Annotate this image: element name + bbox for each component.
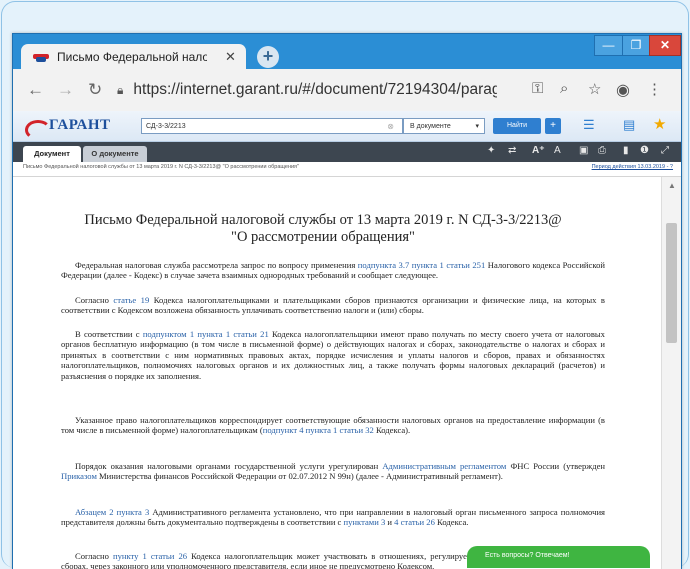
tab-document[interactable]: Документ <box>23 146 81 162</box>
tab-close-icon[interactable]: ✕ <box>225 49 236 65</box>
search-value: СД-3-3/2213 <box>146 123 186 130</box>
search-input[interactable]: СД-3-3/2213 ⊗ <box>141 118 403 134</box>
tab-strip: Письмо Федеральной налоговой службы от 1… <box>13 34 681 69</box>
link-article-19[interactable]: статье 19 <box>113 295 149 305</box>
close-window-button[interactable]: ✕ <box>649 35 681 56</box>
paragraph-3: В соответствии с подпунктом 1 пункта 1 с… <box>61 329 605 381</box>
browser-window: Письмо Федеральной налоговой службы от 1… <box>12 33 682 569</box>
text: Федеральная налоговая служба рассмотрела… <box>75 260 358 270</box>
browser-tab[interactable]: Письмо Федеральной налоговой службы от 1… <box>21 44 246 69</box>
document-body: Письмо Федеральной налоговой службы от 1… <box>13 177 661 569</box>
link-article-21[interactable]: подпунктом 1 пункта 1 статьи 21 <box>143 329 269 339</box>
text: Министерства финансов Российской Федерац… <box>96 471 503 482</box>
zoom-icon[interactable]: ⌕ <box>560 80 568 97</box>
chevron-down-icon: ▾ <box>475 123 479 130</box>
menu-dots-icon[interactable]: ⋮ <box>647 80 662 98</box>
text: ФНС России (утвержден <box>506 461 605 471</box>
document-tabs: Документ О документе ✦ ⇄ A⁺ A ▣ ⎙ ▮ ❶ ⤢ <box>13 142 681 162</box>
search-scope-select[interactable]: В документе ▾ <box>403 118 485 134</box>
text: Согласно <box>75 551 113 561</box>
text: Порядок оказания налоговыми органами гос… <box>75 461 383 471</box>
font-size-increase-icon[interactable]: A⁺ <box>532 145 545 156</box>
link-article-26-p1[interactable]: пункту 1 статьи 26 <box>113 551 187 561</box>
text: и <box>385 517 395 528</box>
key-icon[interactable]: ⚿ <box>532 80 543 97</box>
compare-icon[interactable]: ⇄ <box>508 145 516 156</box>
validity-period-link[interactable]: Период действия 13.03.2019 - ? <box>592 164 673 170</box>
title-line-1: Письмо Федеральной налоговой службы от 1… <box>84 212 562 228</box>
advanced-search-button[interactable]: + <box>545 118 561 134</box>
paragraph-6: Абзацем 2 пункта 3 Административного рег… <box>61 507 605 528</box>
info-icon[interactable]: ❶ <box>640 145 649 156</box>
back-arrow-icon[interactable]: ← <box>27 80 44 100</box>
folders-icon[interactable]: ▤ <box>623 117 635 133</box>
reload-icon[interactable]: ↻ <box>88 80 102 100</box>
link-paragraph-3[interactable]: Абзацем 2 пункта 3 <box>75 507 149 517</box>
breadcrumb: Письмо Федеральной налоговой службы от 1… <box>13 162 681 177</box>
maximize-button[interactable]: ❐ <box>622 35 650 56</box>
link-article-32[interactable]: подпункт 4 пункта 1 статьи 32 <box>263 425 374 435</box>
link-order[interactable]: Приказом <box>61 471 97 481</box>
lock-icon: 🔒︎ <box>117 82 124 97</box>
garant-toolbar: ГАРАНТ СД-3-3/2213 ⊗ В документе ▾ Найти… <box>13 111 681 142</box>
minimize-button[interactable]: — <box>594 35 623 56</box>
expand-icon[interactable]: ⤢ <box>661 145 669 156</box>
url-bar[interactable]: 🔒︎ https://internet.garant.ru/#/document… <box>117 76 497 104</box>
text: Кодекса. <box>434 517 469 528</box>
address-bar-row: ← → ↻ 🔒︎ https://internet.garant.ru/#/do… <box>13 69 681 111</box>
lightbulb-icon[interactable]: ✦ <box>487 145 495 156</box>
scroll-thumb[interactable] <box>666 223 677 343</box>
link-points-3[interactable]: пунктами 3 <box>344 517 386 527</box>
breadcrumb-document-name: Письмо Федеральной налоговой службы от 1… <box>23 164 299 170</box>
account-icon[interactable]: ◉ <box>616 80 630 100</box>
scroll-up-icon[interactable]: ▲ <box>668 181 676 190</box>
bookmark-icon[interactable]: ▮ <box>623 145 629 156</box>
tab-title: Письмо Федеральной налоговой службы от 1… <box>57 49 207 64</box>
print-icon[interactable]: ⎙ <box>598 145 606 156</box>
paragraph-5: Порядок оказания налоговыми органами гос… <box>61 461 605 482</box>
new-tab-button[interactable]: + <box>257 46 279 68</box>
scope-value: В документе <box>410 123 451 130</box>
garant-logo[interactable]: ГАРАНТ <box>25 116 110 140</box>
forward-arrow-icon[interactable]: → <box>57 80 74 100</box>
link-article-251[interactable]: подпункта 3.7 пункта 1 статьи 251 <box>358 260 485 270</box>
chat-help-button[interactable]: Есть вопросы? Отвечаем! <box>467 546 650 568</box>
title-line-2: "О рассмотрении обращения" <box>231 229 415 245</box>
paragraph-2: Согласно статье 19 Кодекса налогоплатель… <box>61 295 605 316</box>
font-size-decrease-icon[interactable]: A <box>554 145 561 156</box>
tab-about-document[interactable]: О документе <box>83 146 147 162</box>
favorites-star-icon[interactable]: ★ <box>653 115 666 133</box>
link-admin-regulation[interactable]: Административным регламентом <box>382 461 506 471</box>
find-button[interactable]: Найти <box>493 118 541 134</box>
text: В соответствии с <box>75 329 143 339</box>
filter-list-icon[interactable]: ☰ <box>583 117 595 133</box>
bookmark-star-icon[interactable]: ☆ <box>588 80 601 98</box>
save-icon[interactable]: ▣ <box>579 145 588 156</box>
paragraph-1: Федеральная налоговая служба рассмотрела… <box>61 260 605 281</box>
text: Кодекса). <box>373 425 411 436</box>
url-text: https://internet.garant.ru/#/document/72… <box>133 81 497 98</box>
vertical-scrollbar[interactable]: ▲ <box>661 177 681 569</box>
logo-text: ГАРАНТ <box>49 117 111 133</box>
text: Согласно <box>75 295 114 305</box>
garant-favicon-icon <box>33 51 49 63</box>
clear-search-icon[interactable]: ⊗ <box>387 119 394 135</box>
document-title: Письмо Федеральной налоговой службы от 1… <box>73 212 573 246</box>
paragraph-4: Указанное право налогоплательщиков корре… <box>61 415 605 436</box>
link-article-26[interactable]: 4 статьи 26 <box>394 517 435 527</box>
